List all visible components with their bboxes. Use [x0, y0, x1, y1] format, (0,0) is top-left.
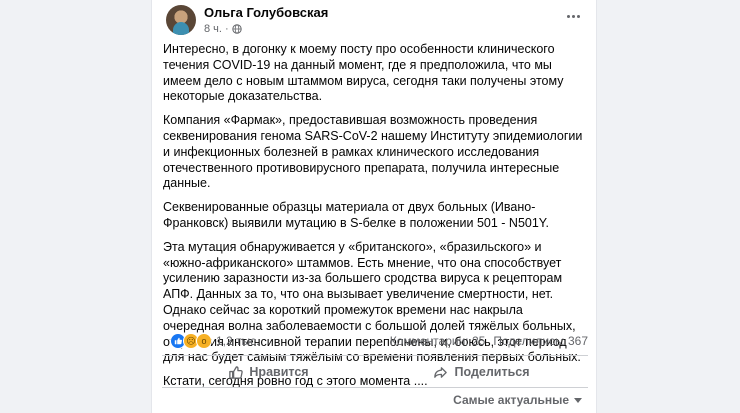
post-paragraph: Компания «Фармак», предоставившая возмож… [163, 113, 583, 191]
thumbs-up-icon [229, 365, 244, 379]
divider [162, 387, 588, 388]
post-paragraph: Интересно, в догонку к моему посту про о… [163, 42, 564, 104]
more-options-icon[interactable] [562, 9, 584, 23]
author-name[interactable]: Ольга Голубовская [204, 5, 328, 20]
share-button[interactable]: Поделиться [375, 357, 588, 387]
comments-count[interactable]: Комментарии: 25 [390, 334, 486, 348]
post-time[interactable]: 8 ч. [204, 23, 222, 35]
chevron-down-icon [574, 397, 582, 403]
sort-label: Самые актуальные [453, 393, 569, 407]
shares-count[interactable]: Поделились: 367 [493, 334, 588, 348]
like-button[interactable]: Нравится [162, 357, 375, 387]
avatar[interactable] [166, 5, 196, 35]
reactions-count[interactable]: 1,2 тыс. [216, 334, 259, 348]
post-paragraph: Секвенированные образцы материала от дву… [163, 200, 550, 230]
globe-icon [231, 24, 242, 34]
divider [162, 355, 588, 356]
post-card: Ольга Голубовская 8 ч. · Интересно, в до… [151, 0, 597, 413]
engagement-counts: Комментарии: 25 Поделились: 367 [390, 334, 588, 348]
like-label: Нравится [249, 365, 309, 379]
comment-sort-dropdown[interactable]: Самые актуальные [453, 393, 582, 407]
share-label: Поделиться [454, 365, 530, 379]
reactions-summary[interactable]: ☹ o [170, 333, 212, 349]
meta-separator: · [224, 23, 229, 35]
post-actions: Нравится Поделиться [162, 357, 588, 387]
wow-icon: o [196, 333, 212, 349]
post-stats: ☹ o 1,2 тыс. Комментарии: 25 Поделились:… [162, 326, 588, 354]
post-meta: 8 ч. · [204, 23, 242, 35]
share-icon [434, 366, 448, 378]
post-header: Ольга Голубовская 8 ч. · [166, 5, 586, 39]
